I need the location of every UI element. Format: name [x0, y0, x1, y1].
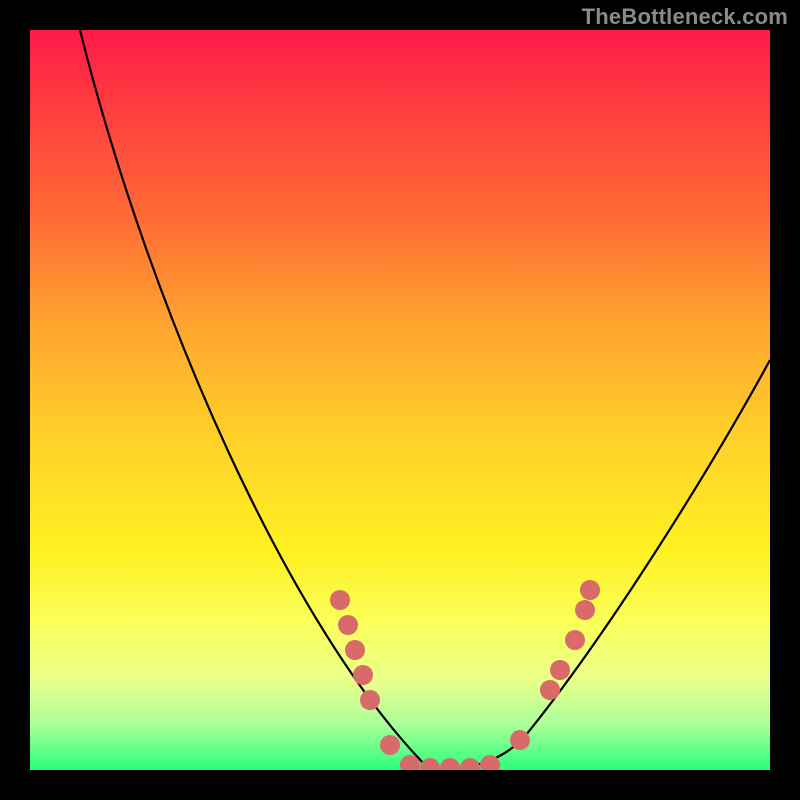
data-dot: [460, 758, 480, 770]
chart-frame: TheBottleneck.com: [0, 0, 800, 800]
data-dot: [580, 580, 600, 600]
data-dot: [540, 680, 560, 700]
data-dot: [330, 590, 350, 610]
data-dot: [345, 640, 365, 660]
data-dot: [440, 758, 460, 770]
data-dot: [510, 730, 530, 750]
plot-area: [30, 30, 770, 770]
data-dot: [550, 660, 570, 680]
data-dot: [575, 600, 595, 620]
data-dot: [360, 690, 380, 710]
curve-svg: [30, 30, 770, 770]
data-dot: [353, 665, 373, 685]
data-dot: [420, 758, 440, 770]
data-dots: [330, 580, 600, 770]
data-dot: [565, 630, 585, 650]
data-dot: [380, 735, 400, 755]
bottleneck-curve: [80, 30, 770, 770]
watermark-text: TheBottleneck.com: [582, 4, 788, 30]
data-dot: [338, 615, 358, 635]
